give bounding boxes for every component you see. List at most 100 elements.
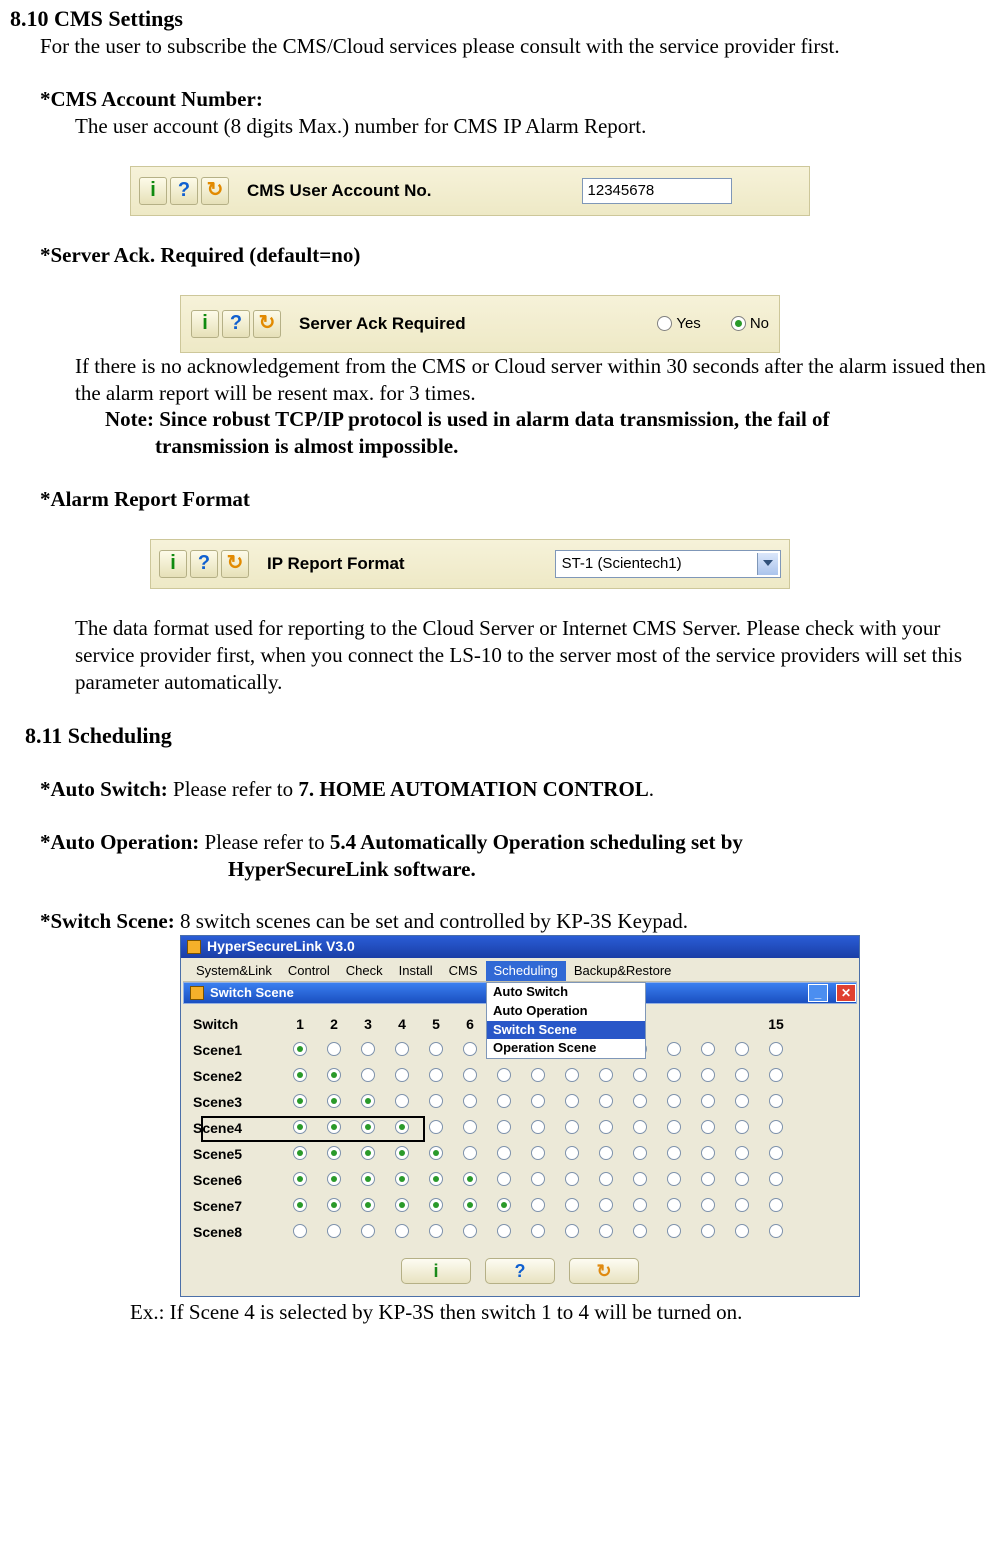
switch-radio[interactable] bbox=[419, 1172, 453, 1191]
switch-radio[interactable] bbox=[453, 1042, 487, 1061]
switch-radio[interactable] bbox=[283, 1146, 317, 1165]
switch-radio[interactable] bbox=[623, 1068, 657, 1087]
switch-radio[interactable] bbox=[385, 1224, 419, 1243]
switch-radio[interactable] bbox=[691, 1094, 725, 1113]
switch-radio[interactable] bbox=[283, 1094, 317, 1113]
switch-radio[interactable] bbox=[487, 1146, 521, 1165]
switch-radio[interactable] bbox=[657, 1224, 691, 1243]
switch-radio[interactable] bbox=[317, 1042, 351, 1061]
menu-install[interactable]: Install bbox=[391, 961, 441, 982]
dropdown-item-auto-operation[interactable]: Auto Operation bbox=[487, 1002, 645, 1021]
switch-radio[interactable] bbox=[351, 1146, 385, 1165]
switch-radio[interactable] bbox=[419, 1146, 453, 1165]
switch-radio[interactable] bbox=[725, 1224, 759, 1243]
switch-radio[interactable] bbox=[385, 1042, 419, 1061]
switch-radio[interactable] bbox=[759, 1120, 793, 1139]
switch-radio[interactable] bbox=[623, 1146, 657, 1165]
switch-radio[interactable] bbox=[691, 1224, 725, 1243]
switch-radio[interactable] bbox=[657, 1198, 691, 1217]
switch-radio[interactable] bbox=[623, 1224, 657, 1243]
switch-radio[interactable] bbox=[453, 1224, 487, 1243]
switch-radio[interactable] bbox=[589, 1120, 623, 1139]
menu-systemlink[interactable]: System&Link bbox=[188, 961, 280, 982]
switch-radio[interactable] bbox=[283, 1068, 317, 1087]
info-icon[interactable]: i bbox=[191, 310, 219, 338]
switch-radio[interactable] bbox=[453, 1172, 487, 1191]
switch-radio[interactable] bbox=[385, 1172, 419, 1191]
switch-radio[interactable] bbox=[691, 1120, 725, 1139]
switch-radio[interactable] bbox=[623, 1172, 657, 1191]
switch-radio[interactable] bbox=[657, 1172, 691, 1191]
switch-radio[interactable] bbox=[657, 1146, 691, 1165]
switch-radio[interactable] bbox=[623, 1094, 657, 1113]
help-icon[interactable]: ? bbox=[222, 310, 250, 338]
switch-radio[interactable] bbox=[487, 1068, 521, 1087]
switch-radio[interactable] bbox=[589, 1146, 623, 1165]
switch-radio[interactable] bbox=[487, 1120, 521, 1139]
switch-radio[interactable] bbox=[385, 1146, 419, 1165]
info-button[interactable]: i bbox=[401, 1258, 471, 1284]
menu-check[interactable]: Check bbox=[338, 961, 391, 982]
switch-radio[interactable] bbox=[691, 1146, 725, 1165]
switch-radio[interactable] bbox=[691, 1198, 725, 1217]
switch-radio[interactable] bbox=[725, 1198, 759, 1217]
switch-radio[interactable] bbox=[589, 1094, 623, 1113]
switch-radio[interactable] bbox=[453, 1068, 487, 1087]
switch-radio[interactable] bbox=[521, 1094, 555, 1113]
switch-radio[interactable] bbox=[317, 1224, 351, 1243]
switch-radio[interactable] bbox=[657, 1042, 691, 1061]
switch-radio[interactable] bbox=[283, 1172, 317, 1191]
switch-radio[interactable] bbox=[419, 1198, 453, 1217]
switch-radio[interactable] bbox=[317, 1068, 351, 1087]
switch-radio[interactable] bbox=[759, 1198, 793, 1217]
switch-radio[interactable] bbox=[555, 1224, 589, 1243]
switch-radio[interactable] bbox=[453, 1146, 487, 1165]
reload-icon[interactable]: ↻ bbox=[201, 177, 229, 205]
switch-radio[interactable] bbox=[385, 1068, 419, 1087]
switch-radio[interactable] bbox=[725, 1146, 759, 1165]
switch-radio[interactable] bbox=[351, 1172, 385, 1191]
server-ack-yes-radio[interactable]: Yes bbox=[657, 314, 700, 333]
switch-radio[interactable] bbox=[351, 1198, 385, 1217]
switch-radio[interactable] bbox=[521, 1224, 555, 1243]
dropdown-item-operation-scene[interactable]: Operation Scene bbox=[487, 1039, 645, 1058]
server-ack-no-radio[interactable]: No bbox=[731, 314, 769, 333]
switch-radio[interactable] bbox=[555, 1094, 589, 1113]
switch-radio[interactable] bbox=[589, 1198, 623, 1217]
switch-radio[interactable] bbox=[555, 1146, 589, 1165]
switch-radio[interactable] bbox=[351, 1068, 385, 1087]
close-button[interactable]: ✕ bbox=[836, 984, 856, 1002]
switch-radio[interactable] bbox=[351, 1042, 385, 1061]
dropdown-item-auto-switch[interactable]: Auto Switch bbox=[487, 983, 645, 1002]
switch-radio[interactable] bbox=[317, 1198, 351, 1217]
help-icon[interactable]: ? bbox=[190, 550, 218, 578]
switch-radio[interactable] bbox=[419, 1068, 453, 1087]
switch-radio[interactable] bbox=[453, 1198, 487, 1217]
switch-radio[interactable] bbox=[555, 1172, 589, 1191]
switch-radio[interactable] bbox=[487, 1198, 521, 1217]
switch-radio[interactable] bbox=[419, 1094, 453, 1113]
reload-icon[interactable]: ↻ bbox=[221, 550, 249, 578]
switch-radio[interactable] bbox=[759, 1146, 793, 1165]
switch-radio[interactable] bbox=[487, 1094, 521, 1113]
switch-radio[interactable] bbox=[385, 1094, 419, 1113]
switch-radio[interactable] bbox=[623, 1120, 657, 1139]
switch-radio[interactable] bbox=[555, 1068, 589, 1087]
dropdown-item-switch-scene[interactable]: Switch Scene bbox=[487, 1021, 645, 1040]
switch-radio[interactable] bbox=[317, 1094, 351, 1113]
switch-radio[interactable] bbox=[657, 1120, 691, 1139]
switch-radio[interactable] bbox=[419, 1042, 453, 1061]
switch-radio[interactable] bbox=[453, 1120, 487, 1139]
switch-radio[interactable] bbox=[589, 1172, 623, 1191]
switch-radio[interactable] bbox=[759, 1068, 793, 1087]
switch-radio[interactable] bbox=[725, 1120, 759, 1139]
menu-scheduling[interactable]: Scheduling bbox=[486, 961, 566, 982]
switch-radio[interactable] bbox=[453, 1094, 487, 1113]
switch-radio[interactable] bbox=[623, 1198, 657, 1217]
switch-radio[interactable] bbox=[725, 1172, 759, 1191]
switch-radio[interactable] bbox=[691, 1068, 725, 1087]
cms-account-input[interactable] bbox=[582, 178, 732, 204]
info-icon[interactable]: i bbox=[159, 550, 187, 578]
switch-radio[interactable] bbox=[521, 1172, 555, 1191]
switch-radio[interactable] bbox=[759, 1042, 793, 1061]
